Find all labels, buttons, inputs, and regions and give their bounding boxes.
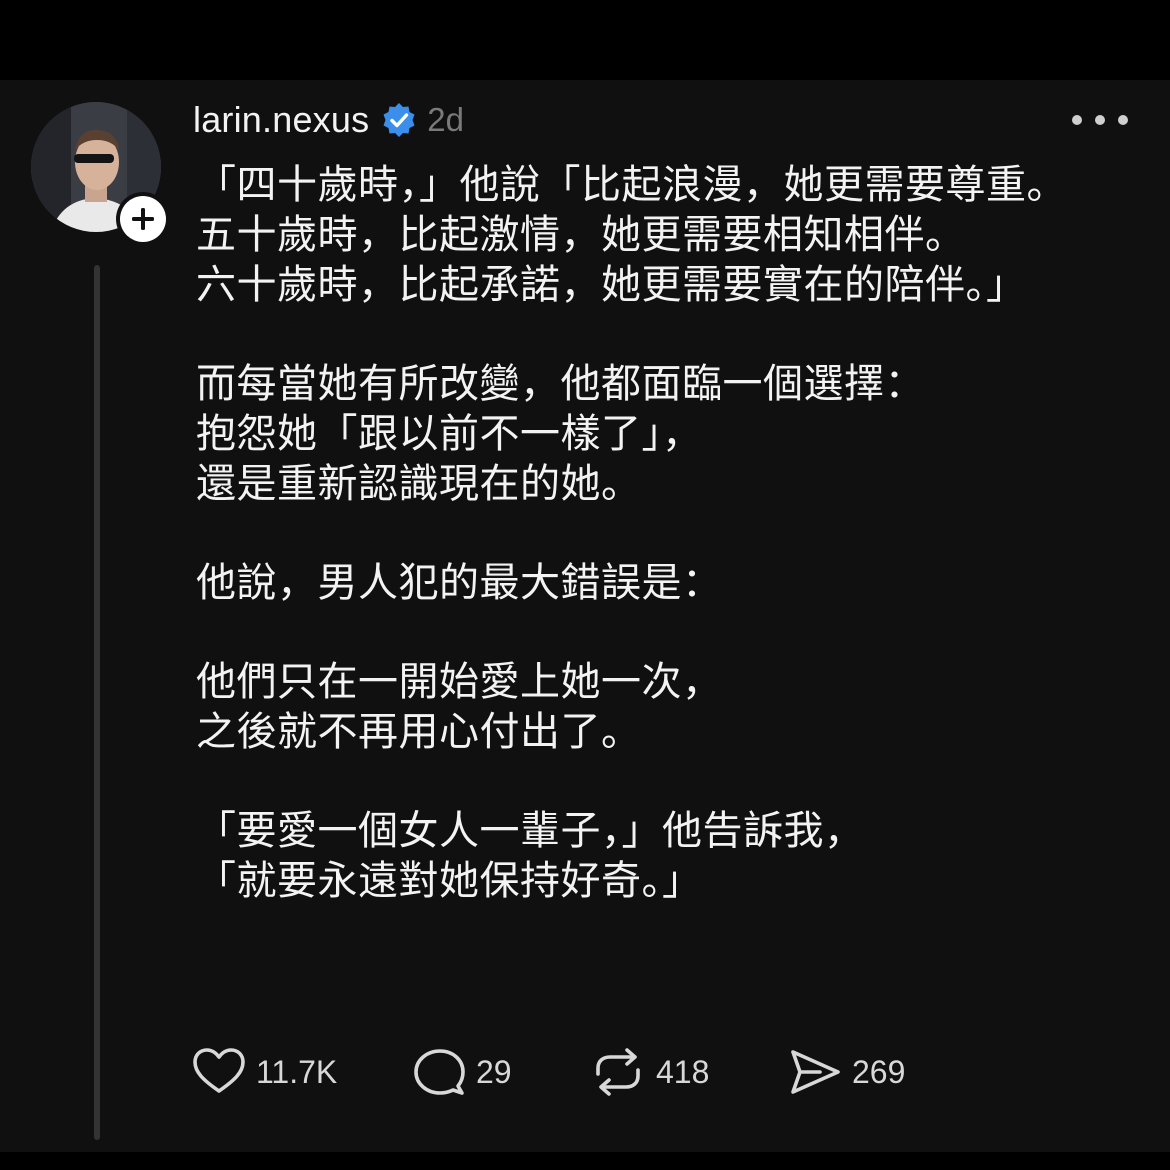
- post-line: 「就要永遠對她保持好奇。」: [196, 858, 703, 904]
- repost-button[interactable]: 418: [590, 1046, 709, 1098]
- like-button[interactable]: 11.7K: [192, 1046, 337, 1098]
- like-count: 11.7K: [256, 1053, 338, 1090]
- more-dots-icon: [1095, 115, 1105, 125]
- username[interactable]: larin.nexus: [193, 99, 369, 141]
- share-count: 269: [852, 1053, 906, 1090]
- more-options-button[interactable]: [1072, 108, 1128, 132]
- bottom-bar: [0, 1152, 1170, 1170]
- post-header: larin.nexus 2d: [193, 98, 464, 142]
- comment-icon: [414, 1049, 465, 1095]
- top-bar: [0, 0, 1170, 80]
- reply-count: 29: [476, 1053, 512, 1090]
- action-bar: 11.7K 29 418 269: [192, 1046, 952, 1098]
- post-line: 六十歲時，比起承諾，她更需要實在的陪伴。」: [196, 262, 1027, 308]
- post-line: 「要愛一個女人一輩子，」他告訴我，: [196, 808, 865, 854]
- post-line: 五十歲時，比起激情，她更需要相知相伴。: [196, 212, 966, 258]
- reply-button[interactable]: 29: [412, 1046, 512, 1098]
- repost-count: 418: [656, 1053, 710, 1090]
- follow-button[interactable]: [116, 192, 170, 246]
- repost-icon: [596, 1048, 640, 1096]
- share-button[interactable]: 269: [788, 1046, 905, 1098]
- post-line: 之後就不再用心付出了。: [196, 709, 642, 755]
- threads-post-screen: larin.nexus 2d 「四十歲時，」他說「比起浪漫，她更需要尊重。 五十…: [0, 0, 1170, 1170]
- send-icon: [791, 1050, 840, 1094]
- plus-icon: [132, 208, 154, 230]
- more-dots-icon: [1072, 115, 1082, 125]
- post-line: 抱怨她「跟以前不一樣了」，: [196, 411, 703, 457]
- post-line: 還是重新認識現在的她。: [196, 461, 642, 507]
- post-line: 而每當她有所改變，他都面臨一個選擇：: [196, 361, 925, 407]
- verified-badge-icon: [381, 102, 417, 138]
- post-line: 他說，男人犯的最大錯誤是：: [196, 560, 723, 606]
- post-text: 「四十歲時，」他說「比起浪漫，她更需要尊重。 五十歲時，比起激情，她更需要相知相…: [196, 160, 1156, 906]
- post-line: 「四十歲時，」他說「比起浪漫，她更需要尊重。: [196, 162, 1067, 208]
- thread-line: [94, 265, 100, 1140]
- heart-icon: [193, 1048, 245, 1093]
- post-line: 他們只在一開始愛上她一次，: [196, 659, 723, 705]
- more-dots-icon: [1118, 115, 1128, 125]
- post-time: 2d: [427, 101, 465, 138]
